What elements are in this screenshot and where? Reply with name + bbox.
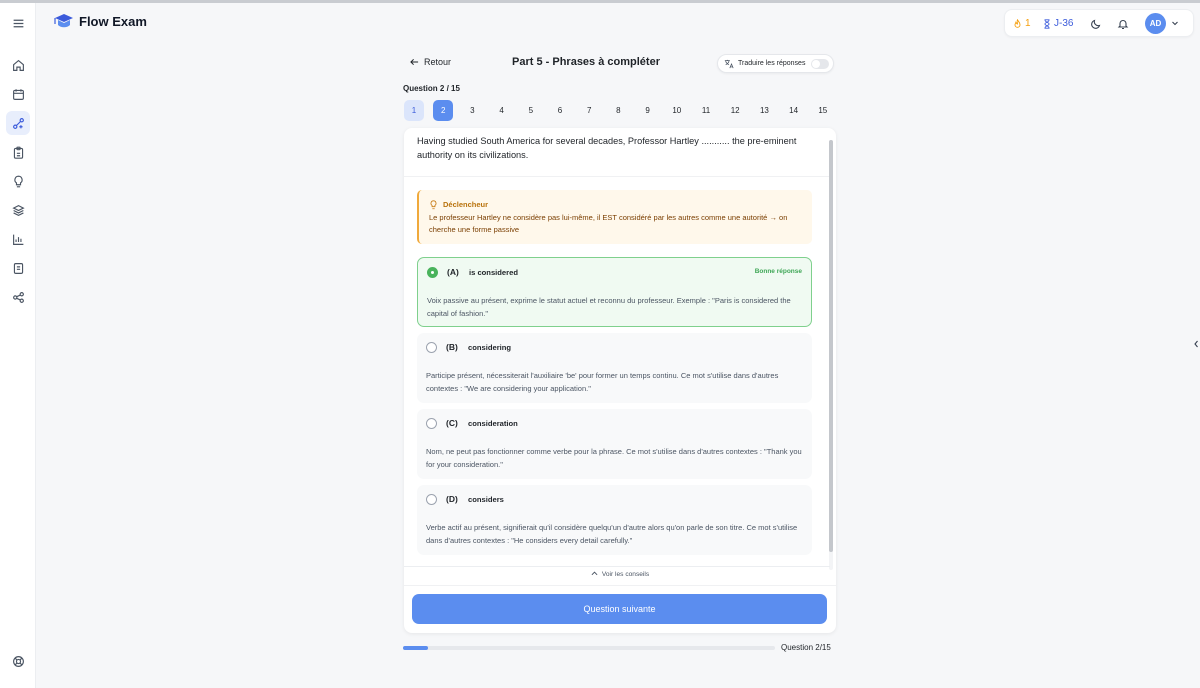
divider [404, 176, 830, 177]
progress-fill [403, 646, 428, 650]
option-answer: considering [468, 343, 512, 352]
question-number-4[interactable]: 4 [492, 100, 512, 121]
streak-count: 1 [1025, 18, 1031, 29]
divider [404, 566, 830, 567]
answer-option-a[interactable]: (A) is considered Bonne réponse Voix passiv… [417, 257, 812, 327]
bell-icon[interactable] [1117, 18, 1129, 30]
back-label: Retour [424, 57, 452, 67]
question-number-8[interactable]: 8 [608, 100, 628, 121]
question-number-5[interactable]: 5 [521, 100, 541, 121]
calendar-icon[interactable] [6, 82, 30, 106]
question-number-7[interactable]: 7 [579, 100, 599, 121]
option-explanation: Participe présent, nécessiterait l'auxil… [426, 371, 779, 393]
back-button[interactable]: Retour [410, 57, 451, 67]
flow-exam-logo-icon[interactable] [53, 12, 75, 32]
show-tips-button[interactable]: Voir les conseils [404, 571, 836, 578]
home-icon[interactable] [6, 53, 30, 77]
clipboard-icon[interactable] [6, 140, 30, 164]
question-number-6[interactable]: 6 [550, 100, 570, 121]
radio-button[interactable] [426, 342, 437, 353]
hourglass-icon [1044, 18, 1050, 29]
chevron-down-icon[interactable] [1171, 19, 1179, 27]
chevron-up-icon [591, 571, 598, 576]
lightbulb-icon[interactable] [6, 169, 30, 193]
lightbulb-icon [430, 200, 437, 210]
scrollbar-thumb[interactable] [829, 140, 833, 552]
help-icon[interactable] [6, 649, 30, 673]
radio-button[interactable] [426, 418, 437, 429]
arrow-left-icon [410, 58, 419, 66]
option-explanation: Verbe actif au présent, signifierait qu'… [426, 523, 798, 545]
question-number-14[interactable]: 14 [784, 100, 804, 121]
option-letter: (B) [446, 342, 458, 352]
collapse-panel-icon[interactable] [1192, 336, 1200, 352]
question-number-3[interactable]: 3 [462, 100, 482, 121]
option-answer: is considered [469, 268, 518, 277]
tips-label: Voir les conseils [601, 571, 650, 578]
next-question-button[interactable]: Question suivante [412, 594, 827, 624]
layers-icon[interactable] [6, 198, 30, 222]
trigger-hint: Déclencheur Le professeur Hartley ne con… [417, 190, 812, 244]
progress-bar [403, 646, 775, 650]
question-number-15[interactable]: 15 [813, 100, 833, 121]
radio-button[interactable] [426, 494, 437, 505]
answer-option-b[interactable]: (B) considering Participe présent, nécessi… [417, 333, 812, 403]
translate-switch[interactable] [811, 59, 829, 69]
option-letter: (A) [447, 267, 459, 277]
answer-option-d[interactable]: (D) considers Verbe actif au présent, sign… [417, 485, 812, 555]
translate-label: Traduire les réponses [738, 60, 806, 67]
option-letter: (C) [446, 418, 458, 428]
practice-icon[interactable] [6, 111, 30, 135]
top-header: Flow Exam 1 J-36 AD [36, 3, 1200, 43]
correct-answer-badge: Bonne réponse [754, 268, 802, 275]
streak-counter[interactable]: 1 [1013, 18, 1031, 29]
app-title: Flow Exam [79, 14, 147, 29]
option-letter: (D) [446, 494, 458, 504]
question-text: Having studied South America for several… [417, 136, 797, 160]
menu-icon[interactable] [6, 11, 30, 35]
divider [404, 585, 836, 586]
question-number-10[interactable]: 10 [667, 100, 687, 121]
countdown-label: J-36 [1054, 18, 1074, 29]
question-number-9[interactable]: 9 [638, 100, 658, 121]
avatar[interactable]: AD [1145, 13, 1166, 34]
question-number-2[interactable]: 2 [433, 100, 454, 121]
question-number-11[interactable]: 11 [696, 100, 716, 121]
share-icon[interactable] [6, 285, 30, 309]
page-title: Part 5 - Phrases à compléter [512, 56, 660, 68]
trigger-title: Déclencheur [443, 200, 489, 209]
answer-option-c[interactable]: (C) consideration Nom, ne peut pas fonctio… [417, 409, 812, 479]
flame-icon [1014, 18, 1021, 28]
question-card: Having studied South America for several… [404, 128, 836, 633]
radio-button[interactable] [427, 267, 438, 278]
question-number-13[interactable]: 13 [754, 100, 774, 121]
question-counter: Question 2 / 15 [403, 84, 460, 93]
notebook-icon[interactable] [6, 256, 30, 280]
dark-mode-icon[interactable] [1090, 18, 1102, 30]
option-answer: considers [468, 495, 504, 504]
header-status-bar: 1 J-36 AD [1004, 9, 1194, 37]
sidebar [0, 3, 36, 688]
progress-label: Question 2/15 [781, 643, 831, 652]
translate-icon [724, 59, 734, 69]
option-answer: consideration [468, 419, 518, 428]
trigger-text: Le professeur Hartley ne considère pas l… [429, 213, 788, 234]
option-explanation: Nom, ne peut pas fonctionner comme verbe… [426, 447, 802, 469]
chart-icon[interactable] [6, 227, 30, 251]
exam-countdown[interactable]: J-36 [1043, 18, 1073, 29]
translate-toggle[interactable]: Traduire les réponses [717, 54, 834, 73]
question-number-1[interactable]: 1 [404, 100, 424, 121]
question-number-12[interactable]: 12 [725, 100, 745, 121]
option-explanation: Voix passive au présent, exprime le stat… [427, 296, 791, 318]
